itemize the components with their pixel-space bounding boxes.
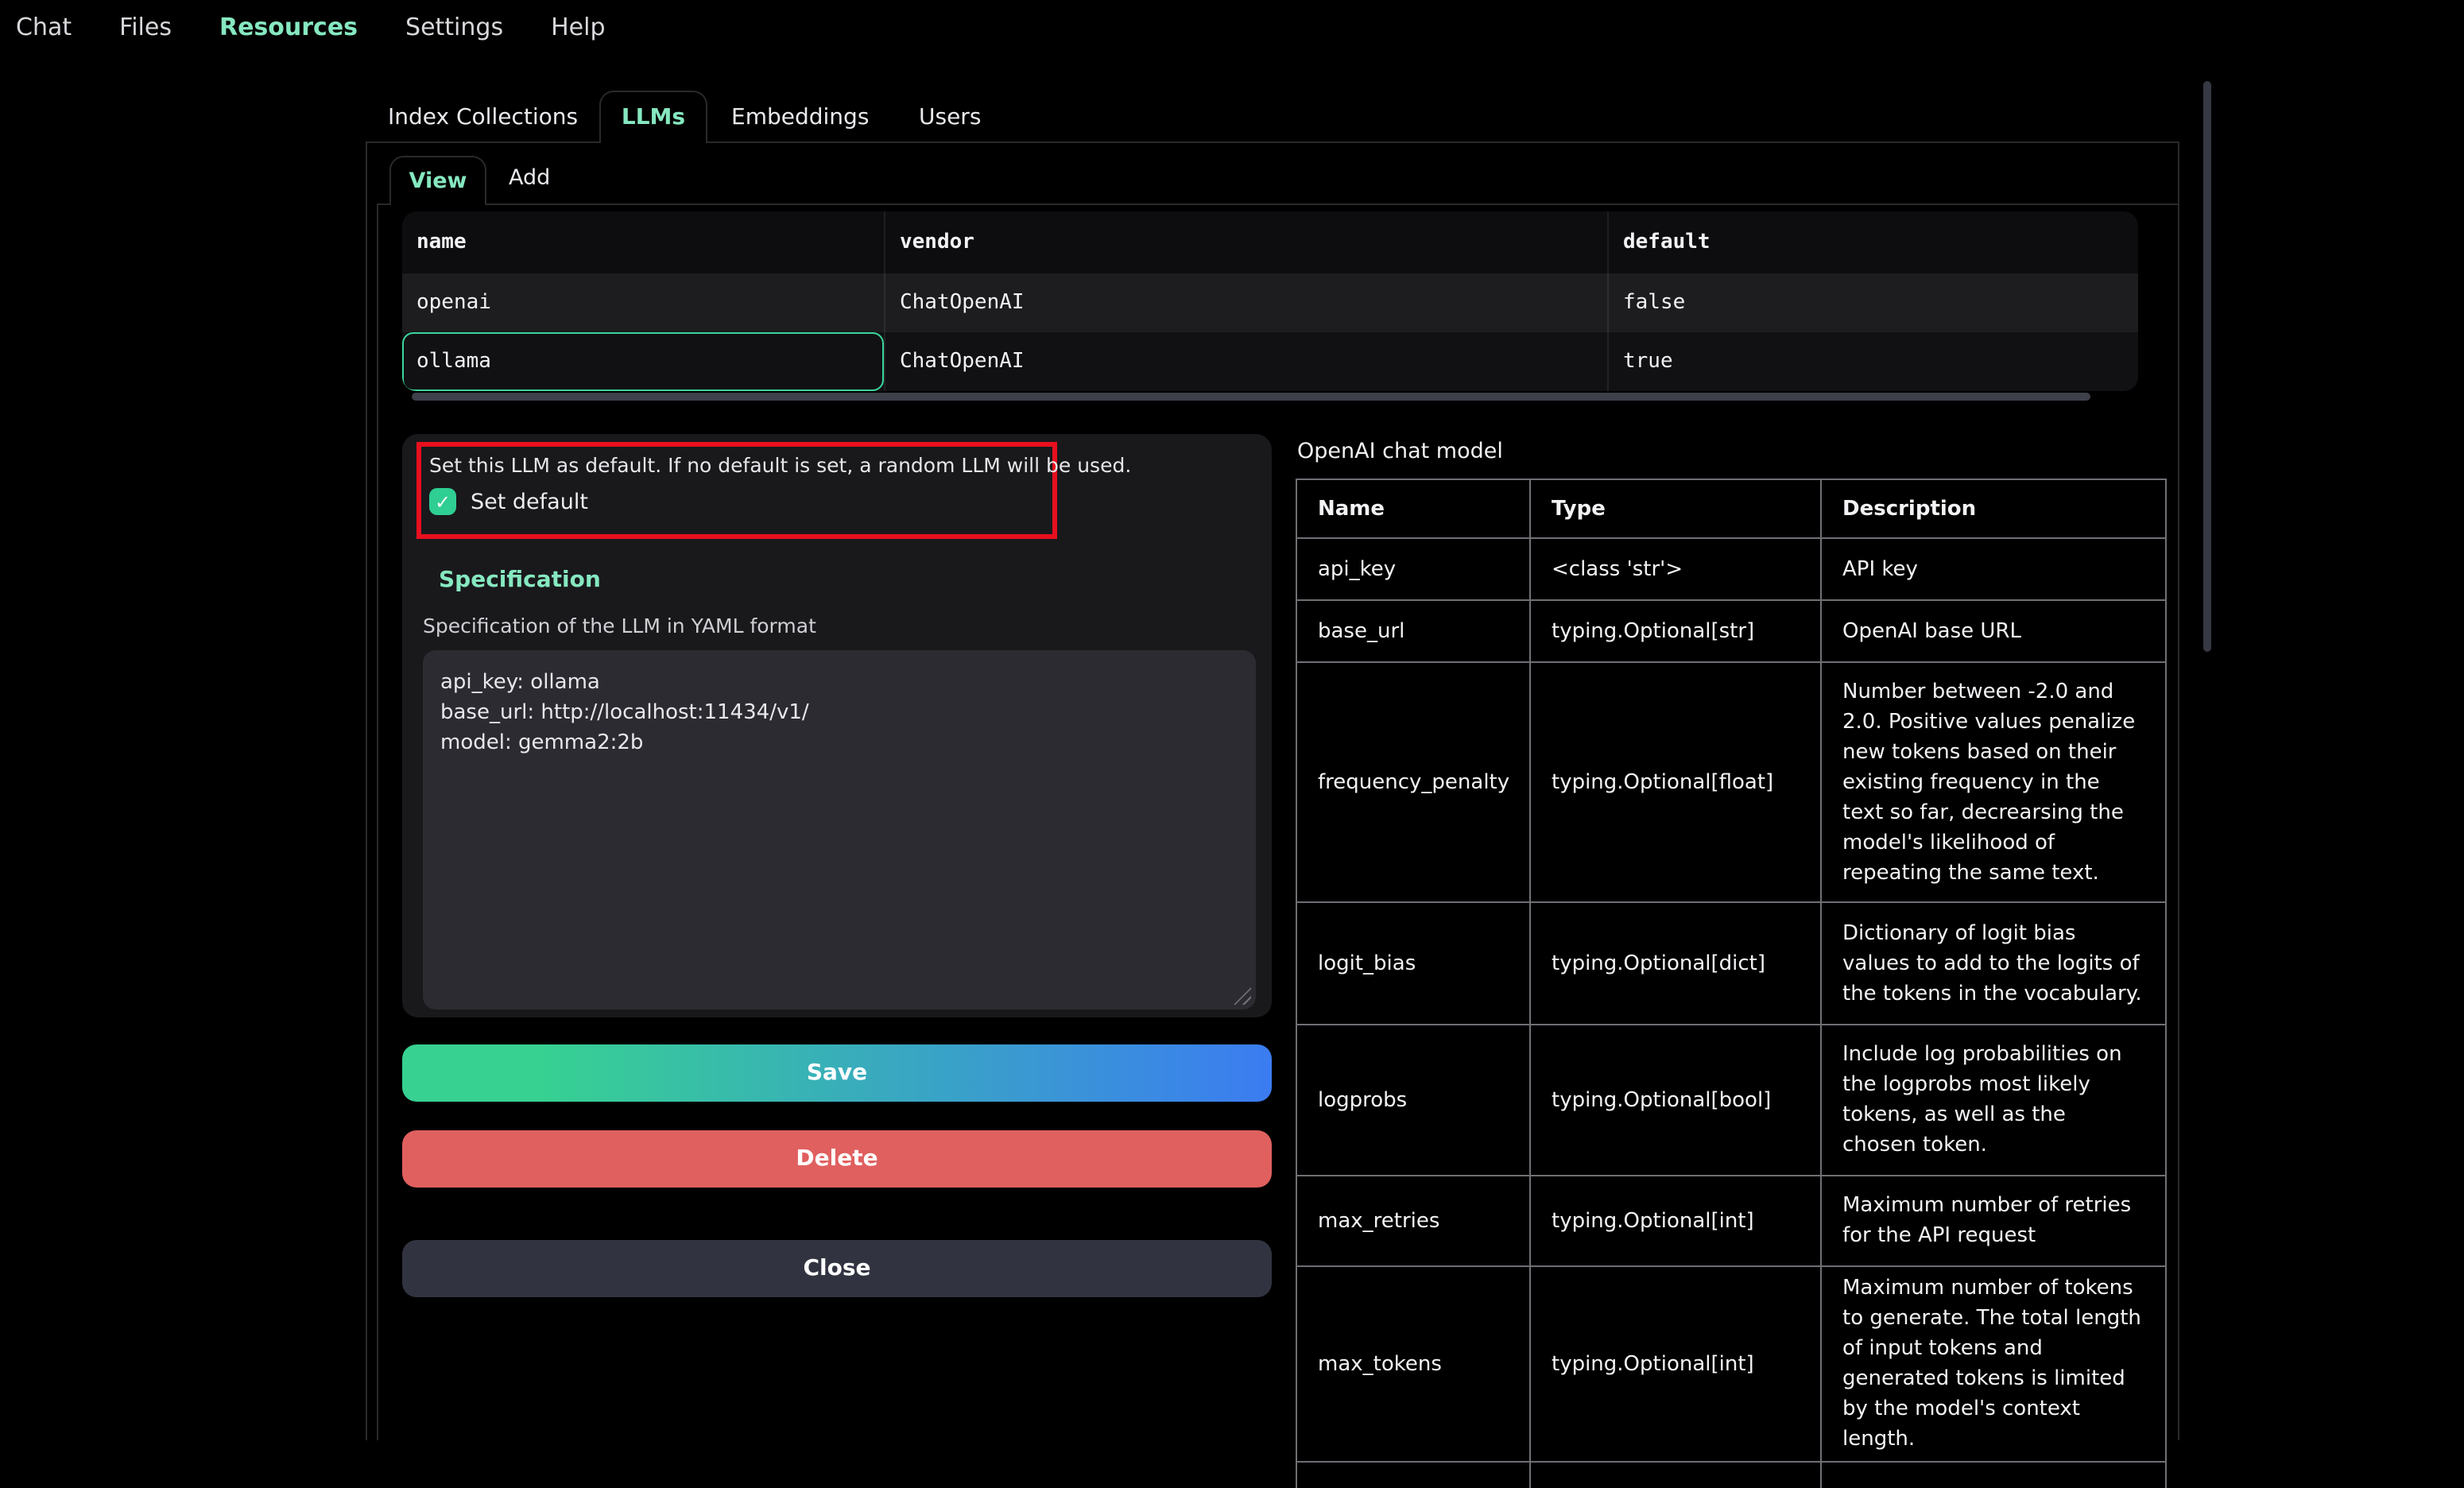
table-cell-empty: [1821, 1462, 2166, 1488]
details-row-logit-bias: logit_bias typing.Optional[dict] Diction…: [1296, 902, 2166, 1025]
details-row-api-key: api_key <class 'str'> API key: [1296, 538, 2166, 600]
details-row-base-url: base_url typing.Optional[str] OpenAI bas…: [1296, 600, 2166, 662]
param-description: OpenAI base URL: [1821, 600, 2166, 662]
tab-users[interactable]: Users: [919, 105, 981, 130]
param-type: typing.Optional[int]: [1530, 1176, 1821, 1266]
param-name: max_retries: [1296, 1176, 1530, 1266]
nav-item-resources[interactable]: Resources: [219, 13, 358, 41]
param-type: typing.Optional[float]: [1530, 662, 1821, 902]
specification-helper-text: Specification of the LLM in YAML format: [423, 614, 816, 637]
llm-cell-vendor[interactable]: ChatOpenAI: [885, 273, 1609, 332]
llm-col-vendor: vendor: [885, 211, 1609, 273]
details-row-logprobs: logprobs typing.Optional[bool] Include l…: [1296, 1025, 2166, 1176]
set-default-checkbox[interactable]: ✓: [429, 488, 456, 515]
param-name: logprobs: [1296, 1025, 1530, 1176]
vertical-scrollbar-thumb[interactable]: [2203, 81, 2211, 652]
param-name: frequency_penalty: [1296, 662, 1530, 902]
llm-row-openai[interactable]: openai ChatOpenAI false: [402, 273, 2138, 332]
llm-detail-panel: Set this LLM as default. If no default i…: [402, 434, 1272, 1017]
param-name: logit_bias: [1296, 902, 1530, 1025]
model-details-table: Name Type Description api_key <class 'st…: [1296, 479, 2167, 1488]
delete-button[interactable]: Delete: [402, 1130, 1272, 1188]
llm-cell-name[interactable]: openai: [402, 273, 885, 332]
set-default-note: Set this LLM as default. If no default i…: [429, 453, 1131, 477]
param-description: Maximum number of retries for the API re…: [1821, 1176, 2166, 1266]
details-row-max-retries: max_retries typing.Optional[int] Maximum…: [1296, 1176, 2166, 1266]
param-type: typing.Optional[bool]: [1530, 1025, 1821, 1176]
details-row-max-tokens: max_tokens typing.Optional[int] Maximum …: [1296, 1266, 2166, 1462]
model-details-title: OpenAI chat model: [1297, 439, 1503, 464]
yaml-specification-input[interactable]: api_key: ollama base_url: http://localho…: [423, 650, 1256, 1009]
details-col-description: Description: [1821, 479, 2166, 538]
subtab-add[interactable]: Add: [509, 165, 550, 191]
param-type: <class 'str'>: [1530, 538, 1821, 600]
llm-col-default: default: [1609, 211, 2138, 273]
details-row-partial: [1296, 1462, 2166, 1488]
llm-list-table: name vendor default openai ChatOpenAI fa…: [402, 211, 2138, 391]
nav-item-chat[interactable]: Chat: [16, 13, 72, 41]
param-type: typing.Optional[int]: [1530, 1266, 1821, 1462]
table-cell-empty: [1296, 1462, 1530, 1488]
param-description: Maximum number of tokens to generate. Th…: [1821, 1266, 2166, 1462]
yaml-editor-wrap: api_key: ollama base_url: http://localho…: [423, 650, 1256, 1009]
nav-item-files[interactable]: Files: [119, 13, 172, 41]
llm-selected-name: ollama: [416, 350, 491, 374]
llm-cell-name-selected[interactable]: ollama: [402, 332, 885, 391]
param-type: typing.Optional[str]: [1530, 600, 1821, 662]
close-button[interactable]: Close: [402, 1240, 1272, 1297]
tab-llms-label: LLMs: [622, 105, 685, 130]
tab-embeddings[interactable]: Embeddings: [731, 105, 869, 130]
top-navigation: Chat Files Resources Settings Help: [16, 10, 606, 45]
save-button[interactable]: Save: [402, 1044, 1272, 1102]
param-name: max_tokens: [1296, 1266, 1530, 1462]
details-col-name: Name: [1296, 479, 1530, 538]
subtab-view[interactable]: View: [389, 156, 486, 205]
checkmark-icon: ✓: [435, 492, 451, 511]
param-description: Dictionary of logit bias values to add t…: [1821, 902, 2166, 1025]
details-row-frequency-penalty: frequency_penalty typing.Optional[float]…: [1296, 662, 2166, 902]
llm-row-ollama-selected[interactable]: ollama ChatOpenAI true: [402, 332, 2138, 391]
nav-item-settings[interactable]: Settings: [405, 13, 503, 41]
horizontal-scrollbar-thumb[interactable]: [412, 393, 2090, 401]
tab-llms[interactable]: LLMs: [599, 91, 707, 143]
param-type: typing.Optional[dict]: [1530, 902, 1821, 1025]
nav-item-help[interactable]: Help: [551, 13, 605, 41]
param-name: api_key: [1296, 538, 1530, 600]
tab-index-collections[interactable]: Index Collections: [388, 105, 578, 130]
subtab-view-label: View: [409, 169, 467, 194]
param-description: Include log probabilities on the logprob…: [1821, 1025, 2166, 1176]
table-cell-empty: [1530, 1462, 1821, 1488]
llm-col-name: name: [402, 211, 885, 273]
llm-table-header-row: name vendor default: [402, 211, 2138, 273]
llm-cell-default[interactable]: true: [1609, 332, 2138, 391]
param-description: Number between -2.0 and 2.0. Positive va…: [1821, 662, 2166, 902]
app-window: Chat Files Resources Settings Help Index…: [0, 0, 2464, 1488]
llm-cell-vendor[interactable]: ChatOpenAI: [885, 332, 1609, 391]
set-default-label: Set default: [471, 489, 588, 514]
param-name: base_url: [1296, 600, 1530, 662]
specification-heading: Specification: [439, 568, 601, 593]
annotation-red-box: Set this LLM as default. If no default i…: [416, 442, 1057, 539]
set-default-row: ✓ Set default: [429, 488, 588, 515]
details-header-row: Name Type Description: [1296, 479, 2166, 538]
param-description: API key: [1821, 538, 2166, 600]
llm-cell-default[interactable]: false: [1609, 273, 2138, 332]
details-col-type: Type: [1530, 479, 1821, 538]
